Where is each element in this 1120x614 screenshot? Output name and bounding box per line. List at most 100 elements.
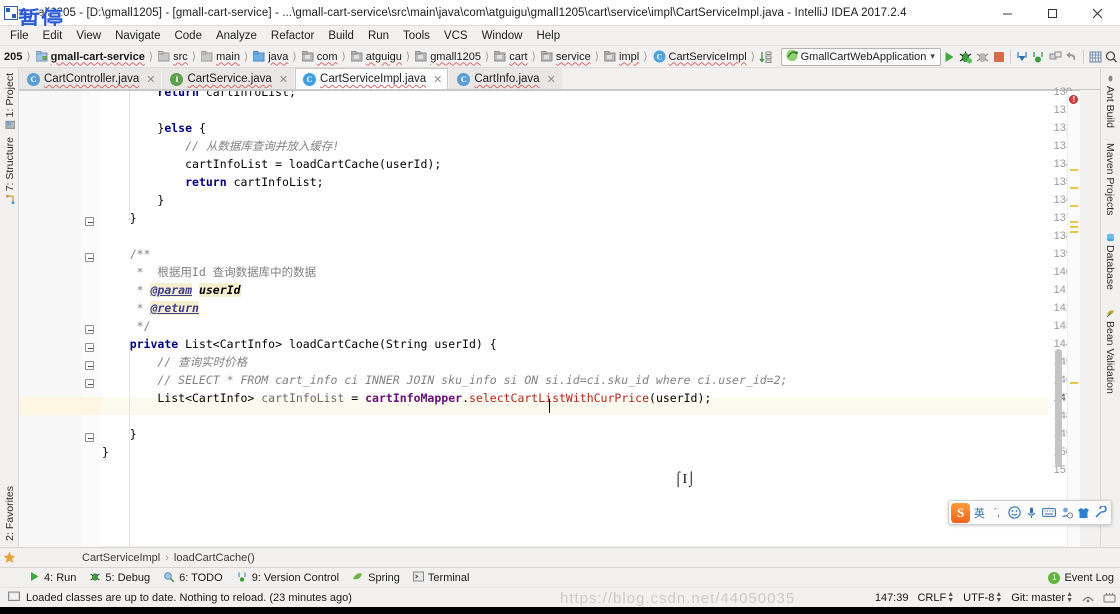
sidebar-item-ant-build[interactable]: Ant Build — [1102, 71, 1118, 131]
close-icon[interactable]: ✕ — [545, 73, 556, 86]
voice-icon[interactable] — [1023, 503, 1039, 523]
sidebar-item-maven-projects[interactable]: m Maven Projects — [1102, 128, 1118, 218]
settings-button[interactable] — [1087, 47, 1104, 67]
nav-crumb-java[interactable]: java — [251, 47, 290, 67]
sidebar-item-structure[interactable]: 7: Structure — [2, 134, 18, 207]
close-button[interactable] — [1075, 0, 1120, 26]
warning-stripe-mark[interactable] — [1070, 205, 1078, 207]
run-button[interactable] — [941, 47, 958, 67]
search-everywhere-button[interactable] — [1103, 47, 1120, 67]
bookmark-star-icon[interactable] — [0, 551, 19, 564]
sogou-logo-icon[interactable]: S — [951, 502, 971, 523]
run-configuration-selector[interactable]: GmallCartWebApplication ▾ — [780, 47, 941, 66]
close-icon[interactable]: ✕ — [431, 73, 442, 86]
code-line[interactable]: * 根据用Id 查询数据库中的数据 — [102, 263, 1048, 281]
menu-window[interactable]: Window — [475, 28, 530, 44]
breadcrumb-class[interactable]: CartServiceImpl — [79, 552, 163, 564]
ime-mode-toggle[interactable]: 英 — [971, 503, 987, 523]
nav-crumb-module[interactable]: gmall-cart-service — [34, 47, 147, 67]
sidebar-item-database[interactable]: Database — [1102, 230, 1118, 293]
chevron-down-icon[interactable]: ▾ — [930, 51, 937, 62]
tool-window-spring[interactable]: Spring — [347, 570, 408, 586]
tool-window-todo[interactable]: 6: TODO — [158, 570, 231, 586]
code-line[interactable] — [102, 101, 1048, 119]
nav-crumb-service[interactable]: service — [539, 47, 593, 67]
fold-marker-icon[interactable] — [85, 379, 96, 390]
code-line[interactable]: } — [102, 425, 1048, 443]
menu-code[interactable]: Code — [167, 28, 209, 44]
menu-run[interactable]: Run — [361, 28, 396, 44]
fold-marker-icon[interactable] — [85, 343, 96, 354]
code-line[interactable] — [102, 461, 1048, 479]
menu-view[interactable]: View — [69, 28, 108, 44]
code-line[interactable]: /** — [102, 245, 1048, 263]
code-line[interactable]: List<CartInfo> cartInfoList = cartInfoMa… — [102, 389, 1048, 407]
caret-position-indicator[interactable]: 147:39 — [875, 592, 909, 604]
warning-stripe-mark[interactable] — [1070, 231, 1078, 233]
warning-stripe-mark[interactable] — [1070, 226, 1078, 228]
tool-window-terminal[interactable]: Terminal — [408, 570, 478, 586]
vcs-branch-indicator[interactable]: Git: master ▲ ▼ — [1011, 591, 1073, 604]
code-line[interactable] — [102, 227, 1048, 245]
code-editor[interactable]: 130 131 132 133 134 135 136 137 138 139 140 141 142 1… — [19, 86, 1080, 547]
ime-toolbar[interactable]: S 英 ˊ, — [948, 500, 1112, 525]
warning-stripe-mark[interactable] — [1070, 169, 1078, 171]
code-line[interactable]: // SELECT * FROM cart_info ci INNER JOIN… — [102, 371, 1048, 389]
punctuation-icon[interactable]: ˊ, — [989, 503, 1005, 523]
sort-alphabetically-icon[interactable] — [758, 47, 775, 67]
code-text-area[interactable]: return cartInfoList; }else { // 从数据库查询并放… — [102, 91, 1048, 547]
maximize-button[interactable] — [1030, 0, 1075, 26]
minimize-button[interactable] — [985, 0, 1030, 26]
vcs-update-project-button[interactable] — [1014, 47, 1031, 67]
menu-file[interactable]: File — [3, 28, 36, 44]
close-icon[interactable]: ✕ — [277, 73, 288, 86]
code-line[interactable]: // 从数据库查询并放入缓存! — [102, 137, 1048, 155]
stop-button[interactable] — [991, 47, 1008, 67]
encoding-indicator[interactable]: UTF-8 ▲ ▼ — [963, 591, 1002, 604]
code-line[interactable]: } — [102, 191, 1048, 209]
sidebar-item-bean-validation[interactable]: Bean Validation — [1102, 306, 1118, 397]
code-line[interactable]: } — [102, 209, 1048, 227]
code-line[interactable]: return cartInfoList; — [102, 173, 1048, 191]
nav-crumb-atguigu[interactable]: atguigu — [349, 47, 404, 67]
nav-crumb-cart[interactable]: cart — [492, 47, 529, 67]
menu-build[interactable]: Build — [321, 28, 361, 44]
menu-vcs[interactable]: VCS — [437, 28, 475, 44]
editor-tab-cartservice[interactable]: I CartService.java ✕ — [162, 68, 295, 89]
nav-crumb-src[interactable]: src — [156, 47, 190, 67]
breadcrumb-method[interactable]: loadCartCache() — [171, 552, 258, 564]
vcs-push-button[interactable] — [1047, 47, 1064, 67]
menu-help[interactable]: Help — [529, 28, 567, 44]
code-line[interactable]: // 查询实时价格 — [102, 353, 1048, 371]
user-icon[interactable] — [1058, 503, 1074, 523]
soft-keyboard-icon[interactable] — [1041, 503, 1057, 523]
warning-stripe-mark[interactable] — [1070, 221, 1078, 223]
code-line[interactable]: return cartInfoList; — [102, 91, 1048, 101]
menu-navigate[interactable]: Navigate — [108, 28, 167, 44]
editor-scrollbar-thumb[interactable] — [1055, 349, 1062, 467]
code-line[interactable]: cartInfoList = loadCartCache(userId); — [102, 155, 1048, 173]
memory-indicator-icon[interactable] — [1103, 592, 1116, 604]
hector-indicator-icon[interactable] — [1082, 592, 1094, 604]
run-with-coverage-button[interactable] — [974, 47, 991, 67]
tool-window-debug[interactable]: 5: Debug — [84, 570, 158, 586]
nav-crumb-gmall1205[interactable]: gmall1205 — [413, 47, 483, 67]
vcs-commit-button[interactable] — [1030, 47, 1047, 67]
nav-crumb-com[interactable]: com — [300, 47, 340, 67]
sidebar-item-favorites[interactable]: 2: Favorites — [2, 483, 18, 544]
menu-analyze[interactable]: Analyze — [209, 28, 264, 44]
nav-crumb-main[interactable]: main — [199, 47, 242, 67]
fold-marker-icon[interactable] — [85, 361, 96, 372]
editor-tab-cartinfo[interactable]: C CartInfo.java ✕ — [449, 68, 562, 89]
editor-tab-cartserviceimpl[interactable]: C CartServiceImpl.java ✕ — [295, 68, 449, 89]
code-line[interactable]: * @param userId — [102, 281, 1048, 299]
editor-fold-gutter[interactable] — [81, 91, 101, 547]
code-line[interactable]: }else { — [102, 119, 1048, 137]
tools-icon[interactable] — [1093, 503, 1109, 523]
nav-crumb-impl[interactable]: impl — [602, 47, 641, 67]
fold-marker-icon[interactable] — [85, 253, 96, 264]
editor-tab-cartcontroller[interactable]: C CartController.java ✕ — [19, 68, 162, 89]
emoji-icon[interactable] — [1006, 503, 1022, 523]
line-separator-indicator[interactable]: CRLF ▲ ▼ — [917, 591, 954, 604]
warning-stripe-mark[interactable] — [1070, 187, 1078, 189]
